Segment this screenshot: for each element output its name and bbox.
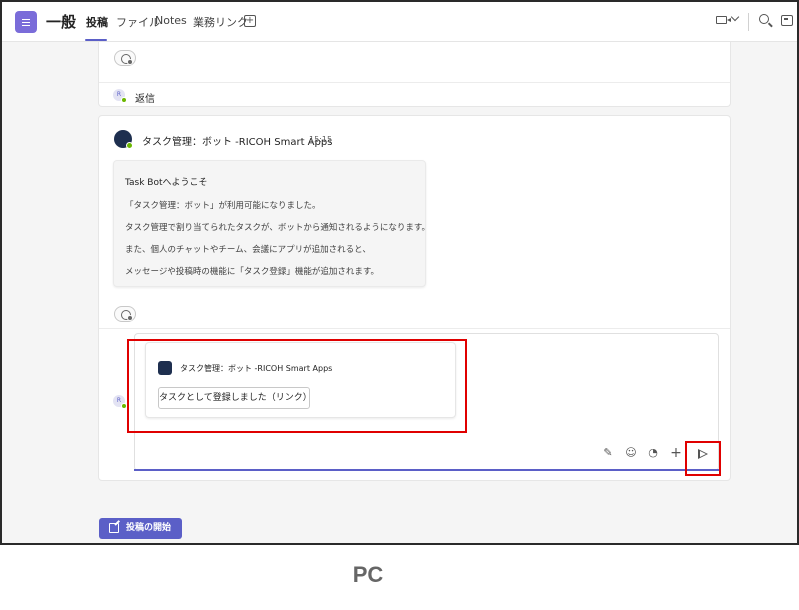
compose-icon [109,523,119,533]
welcome-message: Task Botへようこそ 「タスク管理：ボット」が利用可能になりました。 タス… [113,160,430,287]
add-reaction-icon[interactable] [114,50,136,66]
format-icon[interactable]: ✎ [601,446,615,460]
header-divider [748,13,749,31]
tab-notes[interactable]: Notes [155,14,187,27]
new-post-button[interactable]: 投稿の開始 [99,518,182,539]
thread-card-previous: R 返信 [98,42,731,107]
side-panel-icon[interactable] [781,15,793,26]
teams-window: 一般 投稿 ファイル Notes 業務リンク + R 返信 タスク管理：ボット … [0,0,799,545]
highlight-box-preview [127,339,467,433]
welcome-title: Task Botへようこそ [125,178,208,188]
avatar: R [113,395,127,409]
presence-icon [121,97,127,103]
chevron-down-icon[interactable] [730,12,740,22]
platform-caption: PC [352,562,384,587]
plus-icon[interactable]: + [669,446,683,460]
bot-avatar [114,130,133,149]
search-icon[interactable] [759,14,769,24]
bot-name: タスク管理：ボット -RICOH Smart Apps [142,137,333,148]
presence-icon [126,142,133,149]
message-timestamp: 15:15 [309,135,333,144]
welcome-line: また、個人のチャットやチーム、会議にアプリが追加されると、 [125,245,371,255]
highlight-box-send [685,441,721,476]
welcome-line: メッセージや投稿時の機能に「タスク登録」機能が追加されます。 [125,267,379,277]
channel-header: 一般 投稿 ファイル Notes 業務リンク + [2,2,797,42]
welcome-line: タスク管理で割り当てられたタスクが、ボットから通知されるようになります。 [125,223,430,233]
divider [99,328,730,329]
tab-business-links[interactable]: 業務リンク [193,14,248,30]
channel-title: 一般 [46,13,77,31]
compose-focus-underline [134,469,719,471]
video-call-icon[interactable] [716,16,731,24]
new-post-label: 投稿の開始 [126,523,172,533]
tab-posts[interactable]: 投稿 [86,14,108,30]
emoji-icon[interactable]: ☺ [624,446,638,460]
reply-label[interactable]: 返信 [135,90,155,105]
team-icon[interactable] [15,11,37,33]
add-reaction-icon[interactable] [114,306,136,322]
add-tab-icon[interactable]: + [244,15,256,27]
loop-icon[interactable]: ◔ [646,446,660,460]
active-tab-indicator [85,39,107,41]
reply-row[interactable]: R 返信 [99,82,730,107]
avatar: R [113,89,127,103]
tab-files[interactable]: ファイル [116,14,160,30]
welcome-line: 「タスク管理：ボット」が利用可能になりました。 [125,201,321,211]
